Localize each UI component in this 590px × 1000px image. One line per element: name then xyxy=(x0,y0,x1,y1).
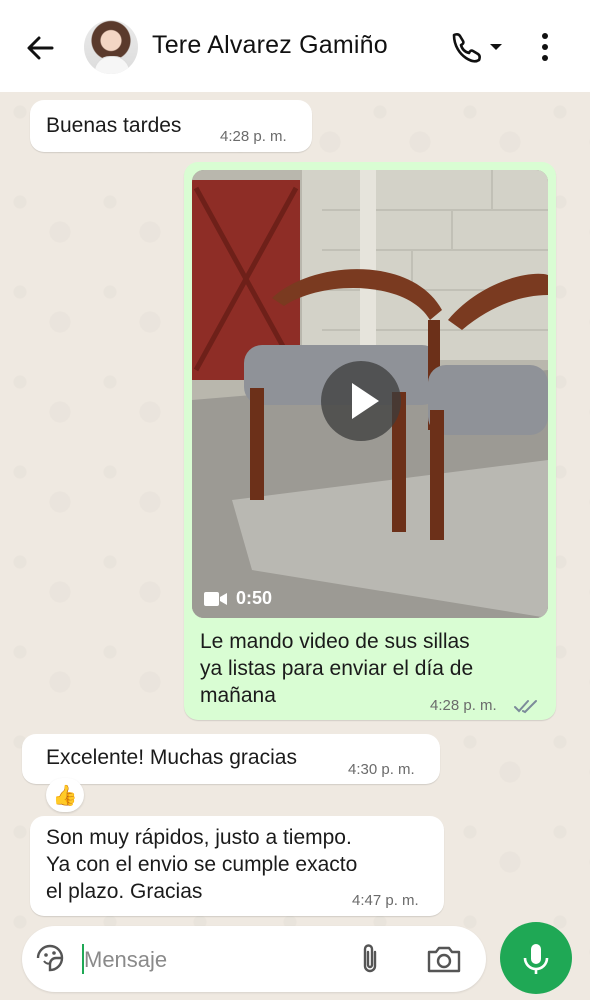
play-button[interactable] xyxy=(321,361,401,441)
reaction-badge[interactable]: 👍 xyxy=(46,778,84,812)
message-text: Excelente! Muchas gracias xyxy=(46,746,297,769)
video-camera-icon xyxy=(204,591,227,606)
video-duration-text: 0:50 xyxy=(236,588,273,608)
thumbs-up-icon: 👍 xyxy=(52,784,78,807)
camera-icon[interactable] xyxy=(426,944,462,974)
avatar[interactable] xyxy=(84,20,138,74)
message-time: 4:28 p. m. xyxy=(220,128,287,145)
message-input[interactable] xyxy=(82,942,326,978)
play-icon xyxy=(352,383,379,419)
chat-header: Tere Alvarez Gamiño xyxy=(0,0,590,92)
sticker-icon[interactable] xyxy=(34,942,66,974)
message-text: Son muy rápidos, justo a tiempo. Ya con … xyxy=(46,826,358,903)
more-vertical-icon[interactable] xyxy=(536,30,554,64)
paperclip-icon[interactable] xyxy=(358,942,382,976)
arrow-left-icon[interactable] xyxy=(22,30,58,66)
message-time: 4:28 p. m. xyxy=(430,697,497,714)
phone-icon[interactable] xyxy=(448,30,508,64)
microphone-button[interactable] xyxy=(500,922,572,994)
message-text: Buenas tardes xyxy=(46,114,182,137)
message-time: 4:30 p. m. xyxy=(348,761,415,778)
read-receipt-icon xyxy=(514,700,537,714)
chevron-down-icon xyxy=(490,44,502,50)
video-duration: 0:50 xyxy=(204,588,272,609)
message-time: 4:47 p. m. xyxy=(352,892,419,909)
microphone-icon xyxy=(523,944,549,974)
contact-name[interactable]: Tere Alvarez Gamiño xyxy=(152,31,388,60)
